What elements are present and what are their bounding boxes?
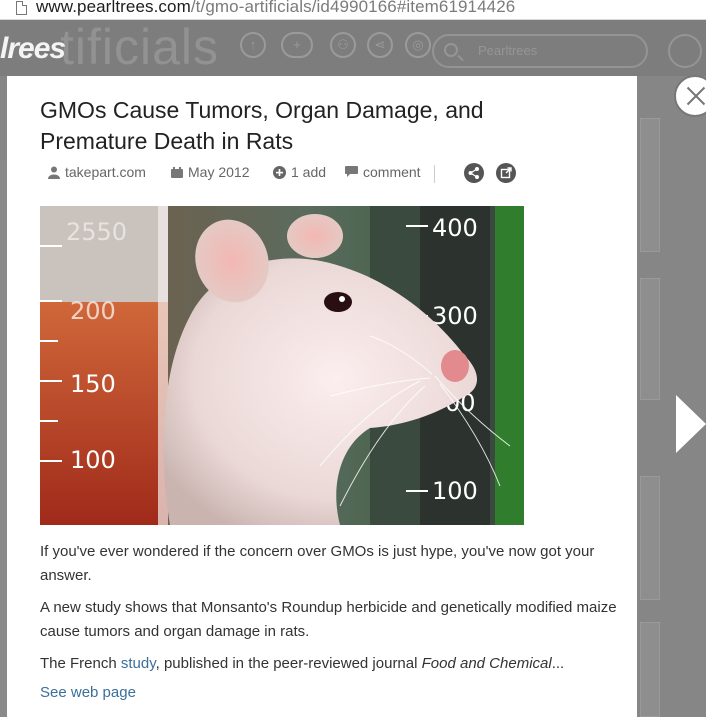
next-arrow-button[interactable] bbox=[676, 395, 706, 453]
user-icon bbox=[48, 166, 60, 179]
comment-label: comment bbox=[363, 164, 421, 180]
background-header: tificials lrees ↑ + ⚇ ⋖ ◎ Pearltrees bbox=[0, 20, 706, 76]
background-strip bbox=[0, 160, 7, 717]
beaker-mark: 2550 bbox=[66, 218, 127, 246]
background-card bbox=[640, 118, 660, 252]
menu-icon bbox=[668, 34, 702, 68]
paragraph-3-text: The French bbox=[40, 655, 121, 672]
meta-comment[interactable]: comment bbox=[345, 164, 421, 180]
adds-label: 1 add bbox=[291, 164, 327, 180]
page-icon bbox=[16, 1, 27, 15]
beaker-mark: 150 bbox=[70, 370, 116, 398]
url-path: /t/gmo-artificials/id4990166#item6191442… bbox=[190, 0, 516, 16]
excerpt-paragraph-2: A new study shows that Monsanto's Roundu… bbox=[40, 599, 617, 640]
background-card bbox=[640, 278, 660, 400]
beaker-mark: 400 bbox=[432, 214, 478, 242]
team-icon: ⚇ bbox=[330, 32, 356, 58]
calendar-icon bbox=[171, 166, 183, 178]
plus-circle-icon bbox=[273, 165, 286, 179]
article-image[interactable]: 2550 200 150 100 400 300 00 100 bbox=[40, 206, 524, 525]
meta-source[interactable]: takepart.com bbox=[48, 164, 146, 180]
share-icon bbox=[468, 167, 479, 179]
beaker-mark: 200 bbox=[70, 297, 116, 325]
background-card bbox=[640, 476, 660, 600]
article-modal: GMOs Cause Tumors, Organ Damage, and Pre… bbox=[7, 76, 637, 717]
excerpt-paragraph-1: If you've ever wondered if the concern o… bbox=[40, 543, 595, 584]
beaker-mark: 100 bbox=[432, 477, 478, 505]
article-excerpt: If you've ever wondered if the concern o… bbox=[40, 540, 625, 684]
add-icon: + bbox=[281, 32, 313, 58]
background-search: Pearltrees bbox=[432, 34, 648, 68]
target-icon: ◎ bbox=[405, 32, 431, 58]
journal-name: Food and Chemical bbox=[421, 655, 552, 672]
pearltrees-logo: lrees bbox=[0, 32, 66, 65]
background-collection-title: tificials bbox=[60, 20, 220, 75]
beaker-mark: 100 bbox=[70, 446, 116, 474]
excerpt-paragraph-3: The French study, published in the peer-… bbox=[40, 652, 625, 676]
source-label: takepart.com bbox=[65, 164, 146, 180]
meta-divider bbox=[434, 165, 435, 183]
url-text[interactable]: www.pearltrees.com/t/gmo-artificials/id4… bbox=[36, 0, 515, 17]
beaker-mark: 300 bbox=[432, 302, 478, 330]
comment-icon bbox=[345, 166, 358, 177]
meta-adds[interactable]: 1 add bbox=[273, 164, 326, 180]
search-placeholder: Pearltrees bbox=[478, 43, 538, 58]
see-web-page-link[interactable]: See web page bbox=[40, 684, 136, 701]
meta-date: May 2012 bbox=[171, 164, 249, 180]
url-domain: www.pearltrees.com bbox=[36, 0, 191, 16]
search-icon bbox=[444, 43, 458, 57]
study-link[interactable]: study bbox=[121, 655, 156, 672]
background-card bbox=[640, 622, 660, 717]
share-button[interactable] bbox=[464, 163, 484, 183]
external-link-icon bbox=[500, 167, 512, 179]
ellipsis: ... bbox=[551, 655, 565, 672]
article-title[interactable]: GMOs Cause Tumors, Organ Damage, and Pre… bbox=[40, 95, 580, 157]
paragraph-3-text: , published in the peer-reviewed journal bbox=[155, 655, 422, 672]
rat-photo: 2550 200 150 100 400 300 00 100 bbox=[40, 206, 524, 525]
upload-icon: ↑ bbox=[240, 32, 266, 58]
share-icon: ⋖ bbox=[367, 32, 393, 58]
date-label: May 2012 bbox=[188, 164, 250, 180]
browser-url-bar[interactable]: www.pearltrees.com/t/gmo-artificials/id4… bbox=[0, 0, 706, 20]
open-external-button[interactable] bbox=[496, 163, 516, 183]
